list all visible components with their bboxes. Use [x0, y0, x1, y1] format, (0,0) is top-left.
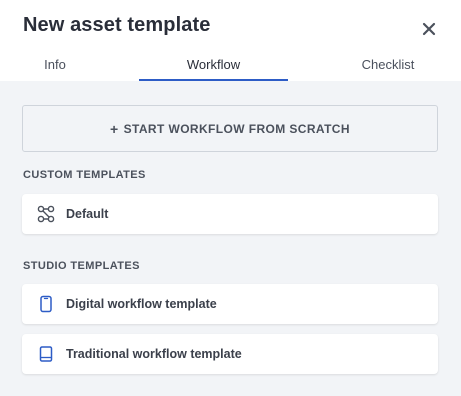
workflow-panel: + START WORKFLOW FROM SCRATCH CUSTOM TEM… [0, 81, 461, 396]
plus-icon: + [110, 120, 119, 137]
close-button[interactable] [419, 19, 439, 39]
workflow-nodes-icon [36, 204, 56, 224]
studio-templates-heading: STUDIO TEMPLATES [23, 260, 140, 272]
template-traditional-workflow-label: Traditional workflow template [66, 347, 242, 361]
dialog-header: New asset template Info Workflow Checkli… [0, 0, 461, 81]
template-default-label: Default [66, 207, 109, 221]
tab-info-label: Info [44, 57, 66, 72]
tab-workflow[interactable]: Workflow [139, 50, 288, 81]
start-workflow-label: START WORKFLOW FROM SCRATCH [123, 121, 350, 136]
template-default[interactable]: Default [22, 194, 438, 234]
tab-workflow-label: Workflow [186, 57, 241, 72]
tab-checklist-label: Checklist [361, 57, 415, 72]
dialog-title: New asset template [23, 14, 211, 36]
template-digital-workflow[interactable]: Digital workflow template [22, 284, 438, 324]
tab-info[interactable]: Info [22, 50, 88, 81]
template-digital-workflow-label: Digital workflow template [66, 297, 217, 311]
sketchbook-icon [36, 344, 56, 364]
close-icon [422, 22, 436, 36]
tab-checklist[interactable]: Checklist [348, 50, 428, 81]
custom-templates-heading: CUSTOM TEMPLATES [23, 169, 146, 181]
start-workflow-from-scratch-button[interactable]: + START WORKFLOW FROM SCRATCH [22, 105, 438, 152]
tablet-icon [36, 294, 56, 314]
template-traditional-workflow[interactable]: Traditional workflow template [22, 334, 438, 374]
tab-bar: Info Workflow Checklist [0, 50, 461, 81]
